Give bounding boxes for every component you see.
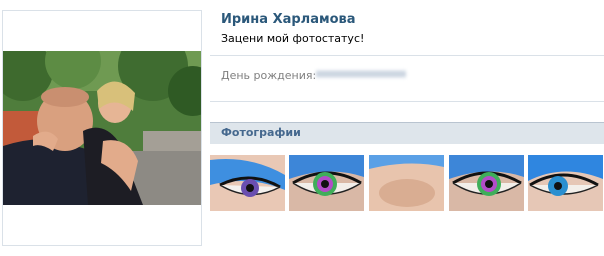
photo-thumbnail[interactable] (210, 155, 285, 211)
rainbow-iris-eye-photo (289, 155, 364, 211)
blue-eye-makeup-photo (210, 155, 285, 211)
blue-eyeshadow-skin-photo (369, 155, 444, 211)
photos-section-header: Фотографии (210, 122, 604, 144)
photo-thumbnail[interactable] (369, 155, 444, 211)
birthday-value-blurred (316, 70, 406, 78)
birthday-label: День рождения: (221, 69, 317, 82)
divider (210, 55, 604, 56)
profile-avatar-frame (2, 10, 202, 246)
photo-thumbnail[interactable] (528, 155, 603, 211)
rainbow-iris-eye-photo (449, 155, 524, 211)
photo-thumbnail[interactable] (289, 155, 364, 211)
profile-name-link[interactable]: Ирина Харламова (221, 12, 356, 27)
blue-eye-makeup-photo (528, 155, 603, 211)
photos-section-title[interactable]: Фотографии (221, 126, 301, 139)
photo-thumbnail[interactable] (449, 155, 524, 211)
divider (210, 101, 604, 102)
avatar-photo-image (3, 51, 201, 205)
profile-status-text[interactable]: Зацени мой фотостатус! (221, 32, 364, 45)
avatar[interactable] (3, 51, 201, 205)
photos-thumbnail-strip (210, 155, 604, 211)
